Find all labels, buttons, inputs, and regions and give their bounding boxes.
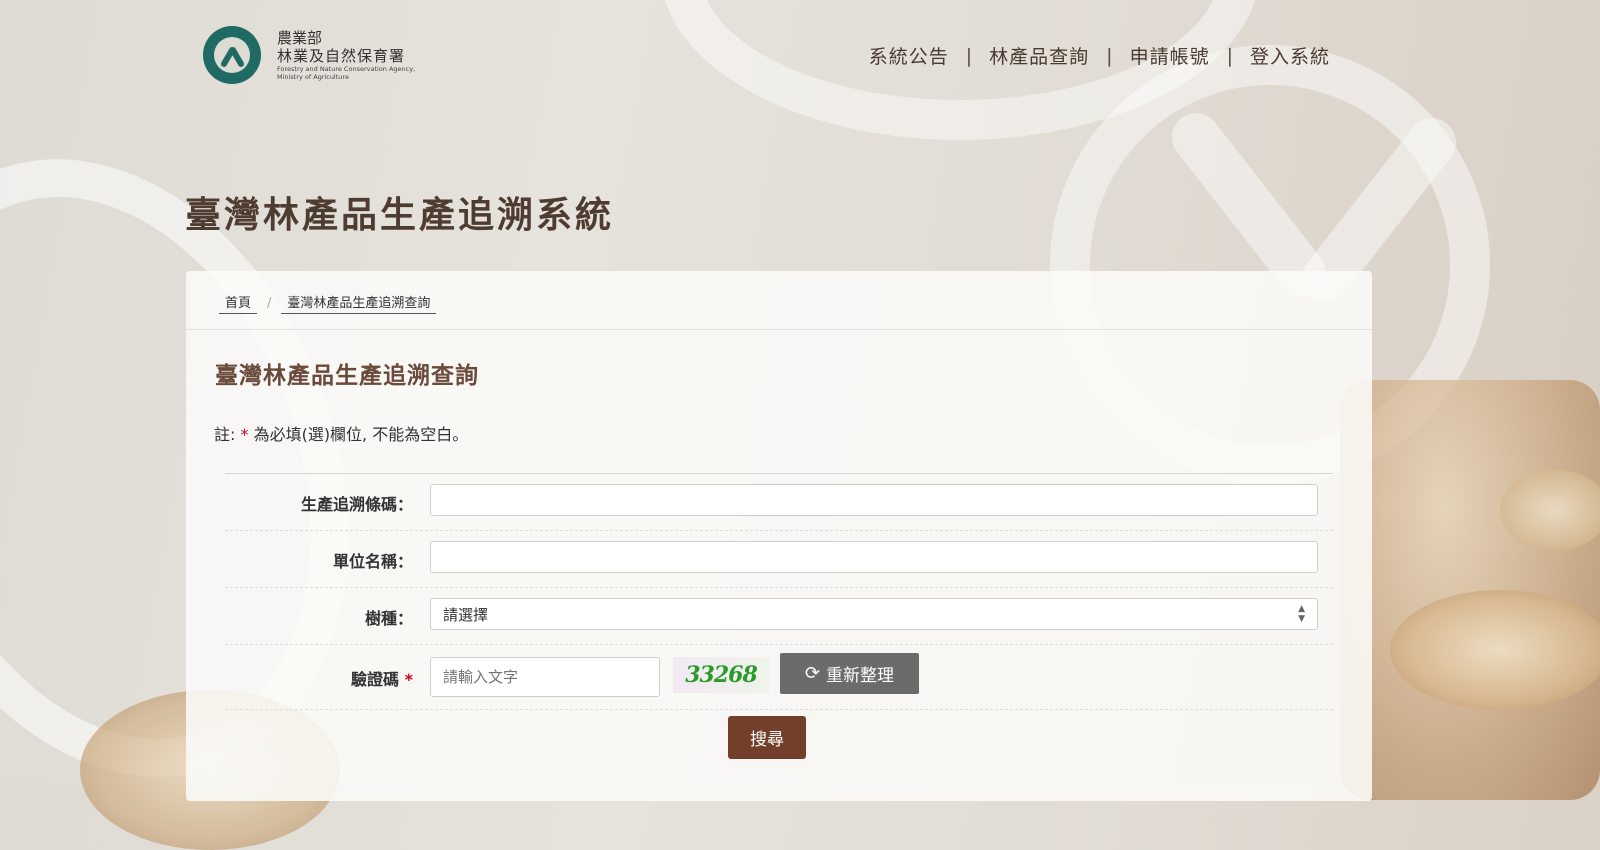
tree-species-select[interactable]: 請選擇 ▲ ▼ xyxy=(430,598,1318,630)
nav-separator: | xyxy=(1106,44,1113,67)
required-star: * xyxy=(404,670,413,689)
logo-ministry: 農業部 xyxy=(277,29,323,47)
nav-apply-account[interactable]: 申請帳號 xyxy=(1130,42,1210,69)
note-text: 為必填(選)欄位, 不能為空白。 xyxy=(248,425,469,444)
form-row-barcode: 生產追溯條碼： xyxy=(225,473,1333,530)
select-arrows-icon: ▲ ▼ xyxy=(1298,604,1305,624)
barcode-input[interactable] xyxy=(430,484,1318,516)
breadcrumb: 首頁 / 臺灣林產品生產追溯查詢 xyxy=(219,292,437,314)
form-row-unit: 單位名稱： xyxy=(225,530,1333,587)
refresh-captcha-button[interactable]: ⟳ 重新整理 xyxy=(780,653,919,694)
form-row-end xyxy=(225,709,1333,710)
nav-separator: | xyxy=(965,44,973,67)
divider xyxy=(186,329,1372,330)
query-form: 生產追溯條碼： 單位名稱： 樹種： 請選擇 ▲▼ 驗證碼 * 33268 ⟳ 重… xyxy=(225,473,1333,710)
site-title: 臺灣林產品生產追溯系統 xyxy=(185,195,615,236)
barcode-label: 生產追溯條碼： xyxy=(300,495,413,514)
unit-name-input[interactable] xyxy=(430,541,1318,573)
tree-species-selected: 請選擇 xyxy=(443,605,489,624)
logo-english-line2: Ministry of Agriculture xyxy=(277,73,349,81)
captcha-label-text: 驗證碼 xyxy=(351,670,400,689)
nav-login[interactable]: 登入系統 xyxy=(1250,42,1330,69)
logo-english-line1: Forestry and Nature Conservation Agency, xyxy=(277,65,416,73)
agency-logo-icon xyxy=(203,26,261,84)
form-row-tree: 樹種： 請選擇 ▲ ▼ xyxy=(225,587,1333,644)
search-button[interactable]: 搜尋 xyxy=(728,716,806,759)
captcha-label: 驗證碼 * xyxy=(351,666,413,690)
refresh-icon: ⟳ xyxy=(804,663,821,684)
form-title: 臺灣林產品生產追溯查詢 xyxy=(215,363,479,389)
background-wood-image xyxy=(1340,380,1600,800)
unit-name-label: 單位名稱： xyxy=(332,552,413,571)
breadcrumb-separator: / xyxy=(267,295,272,311)
agency-logo-text: 農業部 林業及自然保育署 Forestry and Nature Conserv… xyxy=(277,29,415,81)
captcha-input[interactable] xyxy=(430,657,660,697)
background-wood-image xyxy=(1390,590,1600,710)
captcha-image: 33268 xyxy=(673,657,769,693)
query-panel: 首頁 / 臺灣林產品生產追溯查詢 臺灣林產品生產追溯查詢 註: * 為必填(選)… xyxy=(186,271,1372,801)
refresh-button-label: 重新整理 xyxy=(826,666,895,686)
breadcrumb-current[interactable]: 臺灣林產品生產追溯查詢 xyxy=(281,292,437,314)
required-note: 註: * 為必填(選)欄位, 不能為空白。 xyxy=(214,421,468,445)
agency-logo[interactable]: 農業部 林業及自然保育署 Forestry and Nature Conserv… xyxy=(203,26,415,84)
background-wood-image xyxy=(1500,470,1600,550)
note-prefix: 註: xyxy=(214,425,241,444)
form-row-captcha: 驗證碼 * 33268 ⟳ 重新整理 xyxy=(225,644,1333,709)
breadcrumb-home[interactable]: 首頁 xyxy=(219,292,258,314)
tree-species-label: 樹種： xyxy=(364,609,413,628)
nav-product-query[interactable]: 林產品查詢 xyxy=(989,42,1089,69)
nav-separator: | xyxy=(1226,44,1233,67)
top-nav: 系統公告 | 林產品查詢 | 申請帳號 | 登入系統 xyxy=(869,42,1330,69)
nav-announcements[interactable]: 系統公告 xyxy=(869,42,949,69)
logo-agency: 林業及自然保育署 xyxy=(277,47,406,65)
